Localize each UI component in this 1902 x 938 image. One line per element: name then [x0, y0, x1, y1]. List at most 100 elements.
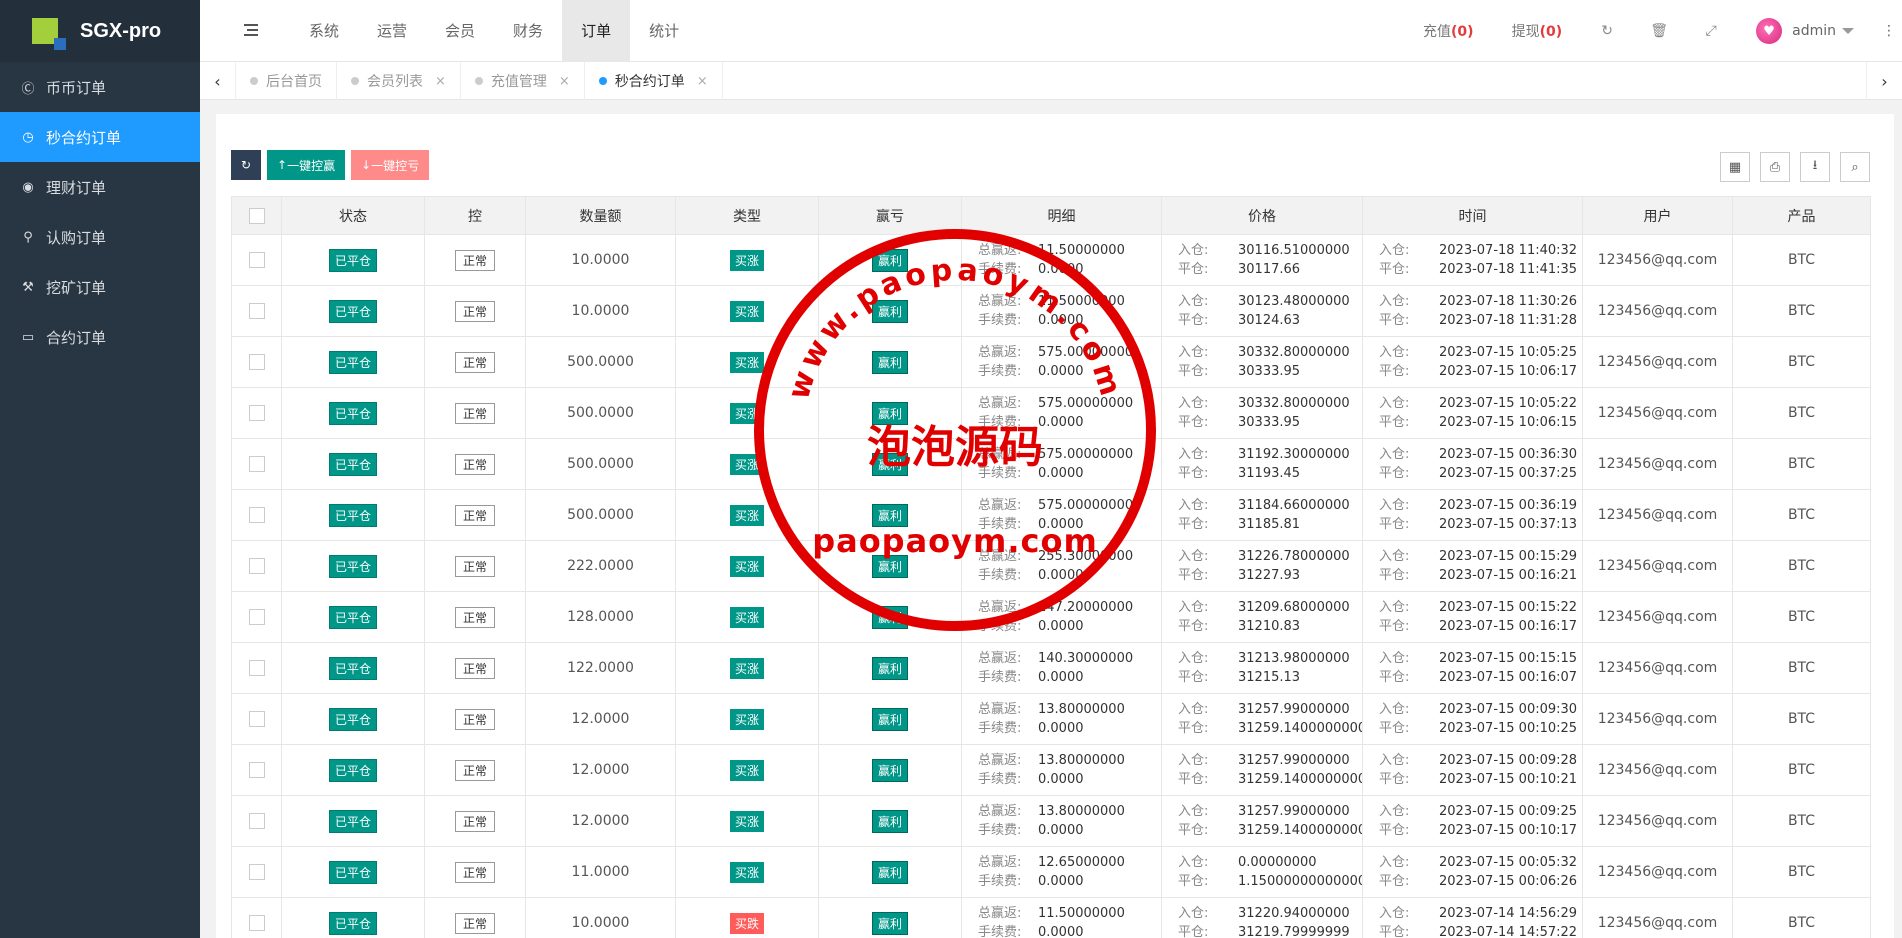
time-cell-label: 平仓:	[1379, 415, 1410, 430]
sidebar-item-0[interactable]: Ⓒ 币币订单	[0, 62, 200, 112]
detail-cell-label: 总赢返:	[978, 753, 1022, 768]
search-icon[interactable]: ⌕	[1840, 152, 1870, 182]
win-control-button[interactable]: ↑ 一键控赢	[267, 150, 346, 180]
price-cell: 入仓: 31257.99000000 平仓: 31259.1400000000	[1161, 693, 1363, 745]
control-badge[interactable]: 正常	[454, 606, 495, 628]
refresh-button[interactable]: ↻	[231, 150, 261, 180]
admin-menu[interactable]: admin	[1792, 23, 1854, 39]
column-header-2[interactable]: 数量额	[525, 196, 676, 235]
top-nav-item-3[interactable]: 财务	[494, 0, 562, 62]
top-nav-item-1[interactable]: 运营	[358, 0, 426, 62]
sidebar-item-1[interactable]: ◷ 秒合约订单	[0, 112, 200, 162]
product-cell: BTC	[1732, 438, 1871, 490]
print-icon[interactable]: ⎙	[1760, 152, 1790, 182]
sidebar-item-5[interactable]: ▭ 合约订单	[0, 312, 200, 362]
detail-cell-line: 总赢返: 13.80000000	[978, 751, 1161, 770]
control-badge[interactable]: 正常	[454, 912, 495, 934]
control-badge[interactable]: 正常	[454, 555, 495, 577]
time-cell-label: 平仓:	[1379, 364, 1410, 379]
price-cell-value: 31210.83	[1238, 619, 1301, 634]
close-icon[interactable]: ×	[435, 74, 446, 89]
export-icon[interactable]: ⭳	[1800, 152, 1830, 182]
row-checkbox[interactable]	[248, 813, 265, 829]
tab-1[interactable]: 会员列表 ×	[337, 62, 461, 100]
column-header-5[interactable]: 明细	[961, 196, 1162, 235]
withdraw-link[interactable]: 提现(0)	[1512, 21, 1563, 41]
column-header-7[interactable]: 时间	[1362, 196, 1583, 235]
top-nav-item-4[interactable]: 订单	[562, 0, 631, 62]
control-badge[interactable]: 正常	[454, 759, 495, 781]
pnl-badge-cell: 赢利	[818, 285, 962, 337]
tab-2[interactable]: 充值管理 ×	[461, 62, 585, 100]
tabs-scroll-right-icon[interactable]: ›	[1866, 62, 1902, 100]
tabs-scroll-left-icon[interactable]: ‹	[200, 62, 236, 100]
column-header-4[interactable]: 赢亏	[818, 196, 962, 235]
recharge-link[interactable]: 充值(0)	[1423, 21, 1474, 41]
control-badge[interactable]: 正常	[454, 453, 495, 475]
control-badge[interactable]: 正常	[454, 351, 495, 373]
top-nav-item-2[interactable]: 会员	[426, 0, 494, 62]
row-checkbox[interactable]	[248, 507, 265, 523]
row-checkbox[interactable]	[248, 660, 265, 676]
price-cell-value: 31226.78000000	[1238, 549, 1350, 564]
top-nav-item-0[interactable]: 系统	[290, 0, 358, 62]
time-cell-label: 平仓:	[1379, 466, 1410, 481]
control-badge[interactable]: 正常	[454, 249, 495, 271]
row-checkbox[interactable]	[248, 864, 265, 880]
trash-icon[interactable]: 🗑︎	[1650, 23, 1668, 39]
tab-0[interactable]: 后台首页	[236, 62, 337, 100]
row-checkbox[interactable]	[248, 252, 265, 268]
time-cell-line: 入仓: 2023-07-14 14:56:29	[1379, 904, 1582, 923]
row-select-cell	[231, 693, 282, 745]
sidebar-item-3[interactable]: ⚲ 认购订单	[0, 212, 200, 262]
row-checkbox[interactable]	[248, 915, 265, 931]
control-badge[interactable]: 正常	[454, 402, 495, 424]
column-header-1[interactable]: 控	[424, 196, 526, 235]
close-icon[interactable]: ×	[697, 74, 708, 89]
price-cell-value: 30116.51000000	[1238, 243, 1350, 258]
column-header-0[interactable]: 状态	[281, 196, 425, 235]
column-header-6[interactable]: 价格	[1161, 196, 1363, 235]
control-badge[interactable]: 正常	[454, 657, 495, 679]
column-header-8[interactable]: 用户	[1582, 196, 1733, 235]
row-checkbox[interactable]	[248, 558, 265, 574]
control-badge-cell: 正常	[424, 693, 526, 745]
column-header-9[interactable]: 产品	[1732, 196, 1871, 235]
fullscreen-icon[interactable]: ⤢	[1704, 23, 1718, 39]
price-cell-label: 平仓:	[1178, 925, 1209, 938]
row-checkbox[interactable]	[248, 354, 265, 370]
detail-cell: 总赢返: 575.00000000 手续费: 0.0000	[961, 387, 1162, 439]
avatar[interactable]: ♥	[1756, 18, 1783, 44]
control-badge[interactable]: 正常	[454, 504, 495, 526]
control-badge[interactable]: 正常	[454, 810, 495, 832]
time-cell-value: 2023-07-15 00:16:21	[1439, 568, 1578, 583]
more-options-icon[interactable]: ⋮	[1882, 23, 1896, 39]
sidebar-item-4[interactable]: ⚒ 挖矿订单	[0, 262, 200, 312]
logo[interactable]: SGX-pro	[0, 0, 200, 62]
row-checkbox[interactable]	[248, 711, 265, 727]
control-badge[interactable]: 正常	[454, 708, 495, 730]
columns-icon[interactable]: ▦	[1720, 152, 1750, 182]
control-badge[interactable]: 正常	[454, 861, 495, 883]
time-cell: 入仓: 2023-07-15 00:09:25 平仓: 2023-07-15 00:1…	[1362, 795, 1583, 847]
price-cell-value: 31257.99000000	[1238, 702, 1350, 717]
control-badge[interactable]: 正常	[454, 300, 495, 322]
row-checkbox[interactable]	[248, 303, 265, 319]
refresh-icon[interactable]: ↻	[1600, 23, 1614, 39]
sidebar-item-2[interactable]: ◉ 理财订单	[0, 162, 200, 212]
detail-cell-line: 总赢返: 575.00000000	[978, 343, 1161, 362]
top-nav-item-5[interactable]: 统计	[630, 0, 698, 62]
tab-3[interactable]: 秒合约订单 ×	[585, 62, 723, 100]
lose-control-button[interactable]: ↓ 一键控亏	[351, 150, 430, 180]
row-checkbox[interactable]	[248, 456, 265, 472]
row-checkbox[interactable]	[248, 609, 265, 625]
menu-toggle-icon[interactable]	[244, 24, 258, 36]
row-checkbox[interactable]	[248, 405, 265, 421]
column-header-3[interactable]: 类型	[675, 196, 819, 235]
time-cell: 入仓: 2023-07-14 14:56:29 平仓: 2023-07-14 14:5…	[1362, 897, 1583, 938]
lose-control-label: 一键控亏	[371, 158, 420, 173]
row-checkbox[interactable]	[248, 762, 265, 778]
close-icon[interactable]: ×	[559, 74, 570, 89]
detail-cell-label: 总赢返:	[978, 702, 1022, 717]
select-all-checkbox[interactable]	[248, 207, 265, 224]
